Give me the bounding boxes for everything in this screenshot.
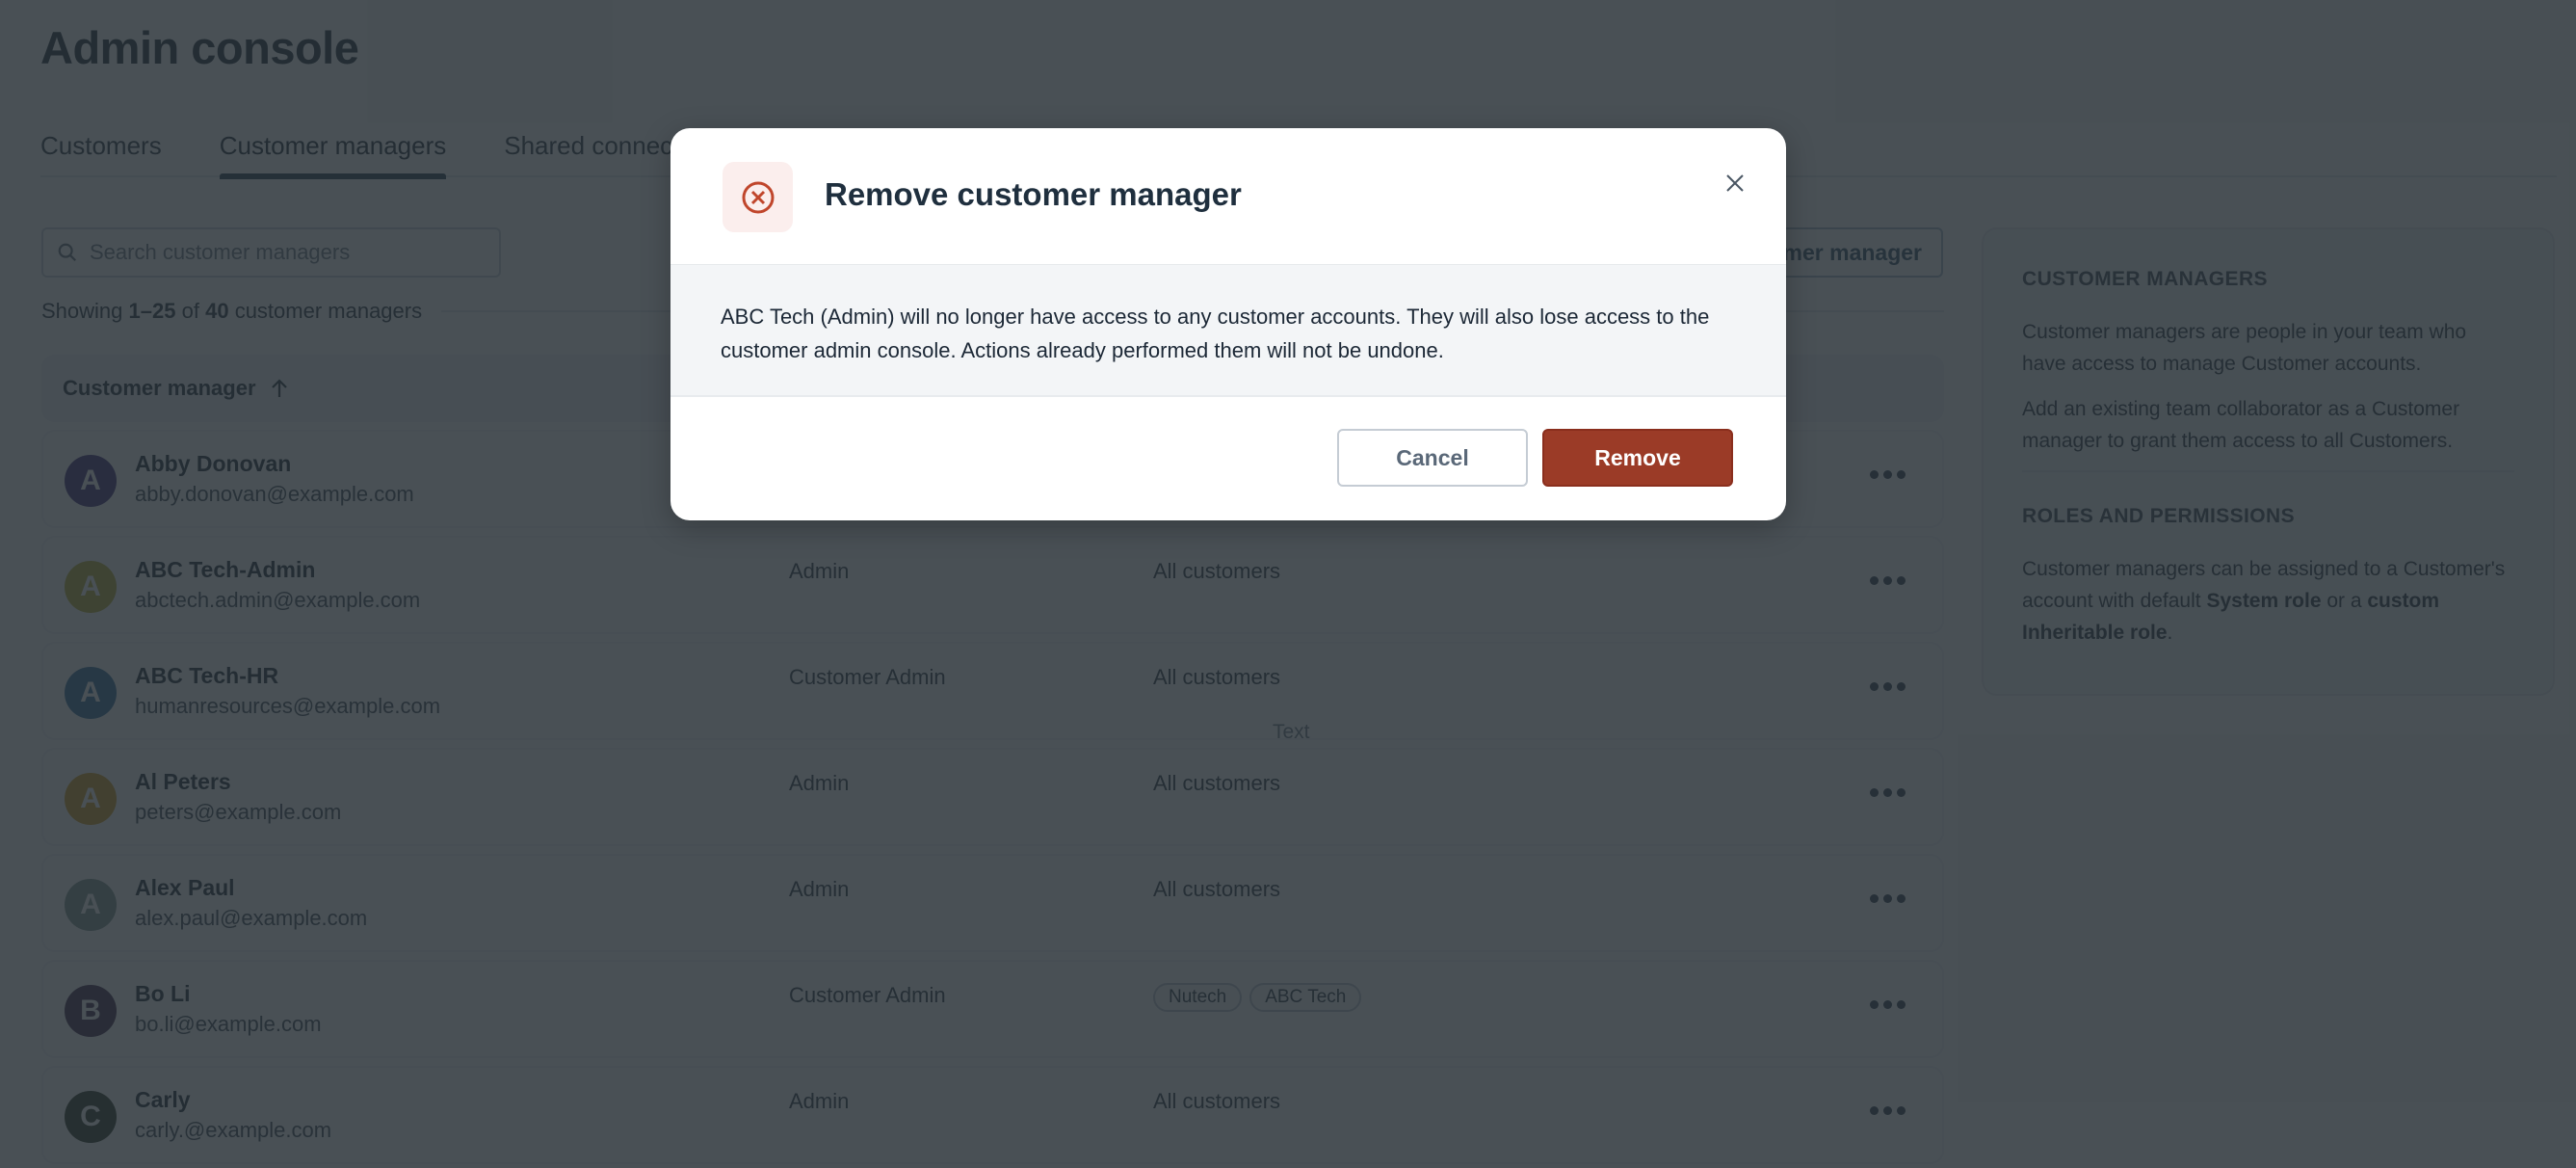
remove-button[interactable]: Remove — [1542, 429, 1733, 487]
circle-x-icon — [723, 162, 793, 232]
cancel-button[interactable]: Cancel — [1337, 429, 1528, 487]
dialog-title: Remove customer manager — [825, 176, 1242, 212]
close-icon[interactable] — [1721, 169, 1749, 198]
dialog-header: Remove customer manager — [670, 128, 1786, 265]
dialog-message: ABC Tech (Admin) will no longer have acc… — [670, 265, 1786, 397]
dialog-footer: Cancel Remove — [670, 397, 1786, 520]
remove-customer-manager-dialog: Remove customer manager ABC Tech (Admin)… — [670, 128, 1786, 520]
